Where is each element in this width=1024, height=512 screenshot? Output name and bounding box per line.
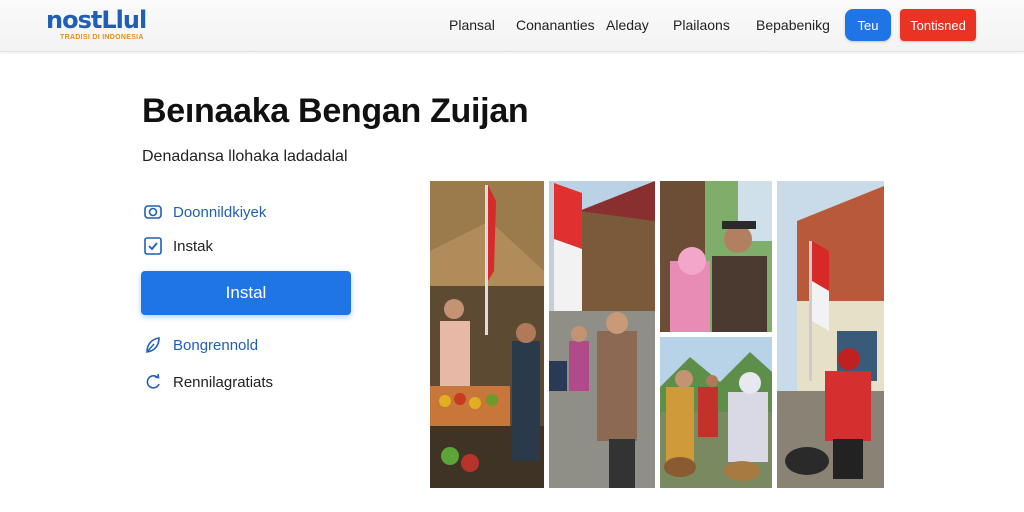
link-rennilagratiats[interactable]: Rennilagratiats bbox=[143, 372, 273, 392]
nav-link-plailaons[interactable]: Plailaons bbox=[673, 17, 730, 33]
install-button[interactable]: Instal bbox=[141, 271, 351, 315]
leaf-icon bbox=[143, 335, 163, 355]
feature-label: Instak bbox=[173, 237, 214, 255]
nav-link-aleday[interactable]: Aleday bbox=[606, 17, 649, 33]
feature-item-doonnildkiyek[interactable]: Doonnildkiyek bbox=[143, 202, 266, 222]
header-pill-button[interactable]: Teu bbox=[845, 9, 891, 41]
link-label: Rennilagratiats bbox=[173, 373, 274, 391]
feature-item-instak[interactable]: Instak bbox=[143, 236, 213, 256]
camera-icon bbox=[143, 202, 163, 222]
logo-wordmark: nostLlul bbox=[46, 6, 147, 34]
photo-village-street[interactable] bbox=[549, 181, 655, 488]
checkbox-icon[interactable] bbox=[143, 236, 163, 256]
photo-market-stall[interactable] bbox=[430, 181, 544, 488]
feature-label: Doonnildkiyek bbox=[173, 203, 267, 221]
nav-link-conananties[interactable]: Conananties bbox=[516, 17, 595, 33]
nav-link-bepabenikg[interactable]: Bepabenikg bbox=[756, 17, 830, 33]
brand-logo[interactable]: nostLlul TRADISI DI INDONESIA bbox=[46, 6, 147, 46]
link-bongrennold[interactable]: Bongrennold bbox=[143, 335, 258, 355]
refresh-icon bbox=[143, 372, 163, 392]
top-navbar: nostLlul TRADISI DI INDONESIA Plansal Co… bbox=[0, 0, 1024, 52]
link-label: Bongrennold bbox=[173, 336, 259, 354]
photo-vendor-customers[interactable] bbox=[660, 181, 772, 332]
logo-tagline: TRADISI DI INDONESIA bbox=[60, 34, 144, 41]
photo-countryside-market[interactable] bbox=[660, 337, 772, 488]
header-cta-button[interactable]: Tontisned bbox=[900, 9, 976, 41]
photo-courier-scooter[interactable] bbox=[777, 181, 884, 488]
nav-link-plansal[interactable]: Plansal bbox=[449, 17, 495, 33]
page-subtitle: Denadansa llohaka ladadalal bbox=[142, 148, 348, 165]
page-title: Beınaaka Bengan Zuijan bbox=[142, 92, 529, 130]
